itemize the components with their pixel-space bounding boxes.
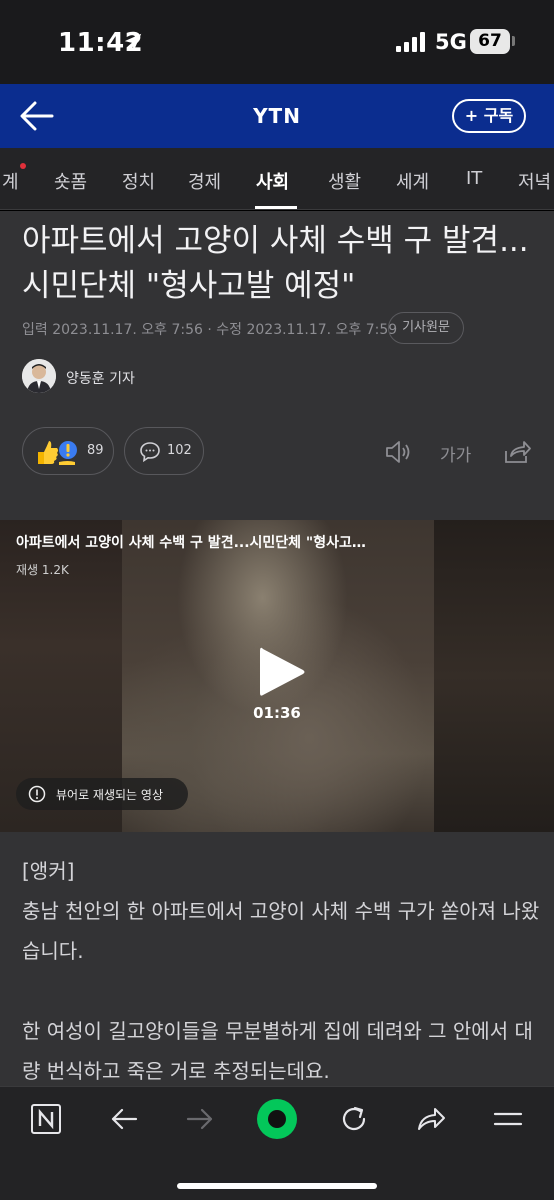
- paragraph: 충남 천안의 한 아파트에서 고양이 사체 수백 구가 쏟아져 나왔습니다.: [22, 899, 540, 963]
- reporter-avatar[interactable]: [22, 359, 56, 393]
- category-nav: 계 숏폼 정치 경제 사회 생활 세계 IT 저녁: [0, 148, 554, 210]
- comment-button[interactable]: 102: [124, 427, 204, 475]
- share-icon[interactable]: [502, 439, 532, 465]
- share-forward-icon[interactable]: [415, 1103, 447, 1135]
- forward-icon[interactable]: [184, 1103, 216, 1135]
- play-icon[interactable]: [256, 644, 308, 700]
- tab-it[interactable]: IT: [466, 168, 482, 189]
- like-count: 89: [87, 443, 104, 458]
- signal-icon: [396, 32, 425, 52]
- naver-green-dot-icon[interactable]: [255, 1097, 299, 1141]
- tab-politics[interactable]: 정치: [122, 168, 155, 194]
- tab-world[interactable]: 세계: [396, 168, 429, 194]
- menu-icon[interactable]: [492, 1103, 524, 1135]
- tab-economy[interactable]: 경제: [188, 168, 221, 194]
- like-emoji-icon: [38, 441, 77, 465]
- network-type: 5G: [435, 30, 467, 54]
- font-size-button[interactable]: 가가: [440, 441, 471, 466]
- refresh-icon[interactable]: [338, 1103, 370, 1135]
- article-body: [앵커] 충남 천안의 한 아파트에서 고양이 사체 수백 구가 쏟아져 나왔습…: [22, 851, 540, 1086]
- status-bar: 11:42 5G 67: [0, 0, 554, 84]
- original-article-button[interactable]: 기사원문: [388, 312, 464, 344]
- article-title: 아파트에서 고양이 사체 수백 구 발견...시민단체 "형사고발 예정": [22, 223, 529, 304]
- naver-n-icon[interactable]: [30, 1103, 62, 1135]
- tab-life[interactable]: 생활: [328, 168, 361, 194]
- info-icon: [28, 785, 46, 803]
- avatar-image: [22, 359, 56, 393]
- tab-society[interactable]: 사회: [256, 168, 289, 194]
- video-blur-right: [434, 520, 554, 832]
- paragraph: 한 여성이 길고양이들을 무분별하게 집에 데려와 그 안에서 대량 번식하고 …: [22, 1019, 533, 1083]
- video-views: 재생 1.2K: [16, 563, 69, 577]
- app-header: YTN + 구독: [0, 84, 554, 148]
- viewer-notice-text: 뷰어로 재생되는 영상: [56, 788, 163, 802]
- subscribe-button[interactable]: + 구독: [452, 99, 526, 133]
- location-arrow-icon: [124, 33, 142, 51]
- viewer-notice: 뷰어로 재생되는 영상: [16, 778, 188, 810]
- battery-indicator: 67: [470, 29, 510, 54]
- battery-tip: [512, 36, 515, 46]
- home-indicator: [177, 1183, 377, 1189]
- tab-category[interactable]: 계: [2, 168, 19, 194]
- tab-shortform[interactable]: 숏폼: [54, 168, 87, 194]
- video-title: 아파트에서 고양이 사체 수백 구 발견...시민단체 "형사고…: [16, 535, 366, 551]
- tab-evening[interactable]: 저녁: [518, 168, 551, 194]
- comment-icon: [140, 442, 160, 463]
- video-duration: 01:36: [253, 704, 301, 722]
- speaker-icon[interactable]: [384, 439, 414, 465]
- article: 아파트에서 고양이 사체 수백 구 발견...시민단체 "형사고발 예정" 입력…: [0, 211, 554, 1086]
- video-player[interactable]: 아파트에서 고양이 사체 수백 구 발견...시민단체 "형사고… 재생 1.2…: [0, 520, 554, 832]
- anchor-label: [앵커]: [22, 859, 75, 883]
- new-dot: [20, 163, 26, 169]
- reporter-name[interactable]: 양동훈 기자: [66, 368, 135, 388]
- active-tab-indicator: [255, 206, 297, 209]
- back-icon[interactable]: [108, 1103, 140, 1135]
- comment-count: 102: [167, 443, 192, 458]
- like-button[interactable]: 89: [22, 427, 114, 475]
- article-meta: 입력 2023.11.17. 오후 7:56 · 수정 2023.11.17. …: [22, 322, 398, 338]
